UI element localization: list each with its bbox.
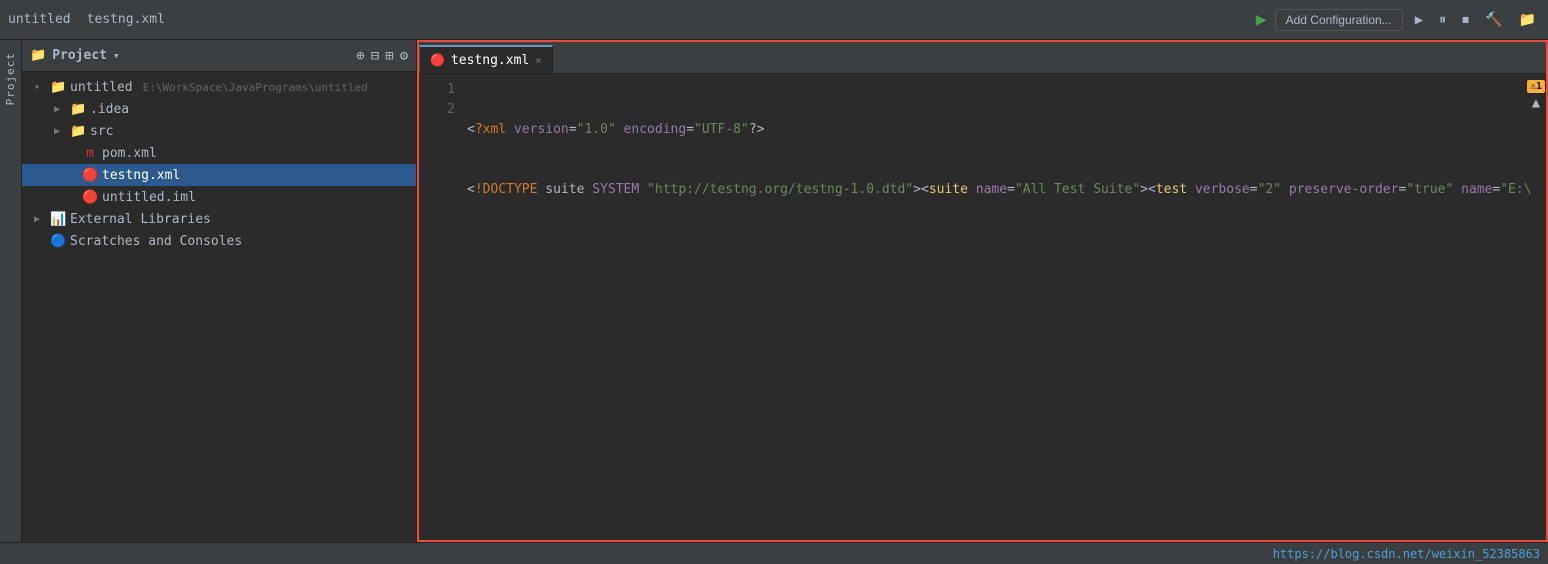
- toolbar-right: ▶ Add Configuration... ▶ ⏸ ⏹ 🔨 📁: [1256, 9, 1540, 31]
- project-tree: ▾ 📁 untitled E:\WorkSpace\JavaPrograms\u…: [22, 72, 416, 542]
- tree-arrow-extlibs: ▶: [34, 214, 46, 225]
- tree-item-src[interactable]: ▶ 📁 src: [22, 120, 416, 142]
- project-header: 📁 Project ▾ ⊕ ⊟ ⊞ ⚙: [22, 40, 416, 72]
- scroll-up-icon[interactable]: ▲: [1532, 95, 1540, 111]
- expand-action-icon[interactable]: ⊞: [385, 48, 393, 64]
- tree-label-scratches: Scratches and Consoles: [70, 234, 242, 249]
- code-line-1: <?xml version="1.0" encoding="UTF-8"?>: [467, 120, 1538, 140]
- tree-path-root: E:\WorkSpace\JavaPrograms\untitled: [143, 81, 368, 94]
- stop-button[interactable]: ⏹: [1458, 10, 1473, 30]
- iml-icon: 🔴: [82, 190, 98, 205]
- tree-label-pom: pom.xml: [102, 146, 157, 161]
- code-area[interactable]: <?xml version="1.0" encoding="UTF-8"?> <…: [459, 74, 1546, 540]
- bottom-bar: https://blog.csdn.net/weixin_52385863: [0, 542, 1548, 564]
- folder-icon-idea: 📁: [70, 102, 86, 117]
- editor-tabs: 🔴 testng.xml ×: [419, 42, 1546, 74]
- editor-content: 1 2 <?xml version="1.0" encoding="UTF-8"…: [419, 74, 1546, 540]
- sidebar-strip[interactable]: Project: [0, 40, 22, 542]
- tree-item-root[interactable]: ▾ 📁 untitled E:\WorkSpace\JavaPrograms\u…: [22, 76, 416, 98]
- editor-area: 🔴 testng.xml × 1 2 <?xml version="1.0" e…: [417, 40, 1548, 542]
- tree-label-root: untitled: [70, 80, 133, 95]
- line-numbers: 1 2: [419, 74, 459, 540]
- tree-item-testng[interactable]: 🔴 testng.xml: [22, 164, 416, 186]
- toolbar-filename: testng.xml: [87, 12, 165, 27]
- extlibs-icon: 📊: [50, 212, 66, 227]
- bottom-bar-url: https://blog.csdn.net/weixin_52385863: [1273, 547, 1540, 561]
- add-action-icon[interactable]: ⊕: [356, 48, 364, 64]
- run-button[interactable]: ▶: [1411, 10, 1427, 30]
- tree-label-idea: .idea: [90, 102, 129, 117]
- tree-label-iml: untitled.iml: [102, 190, 196, 205]
- code-line-2: <!DOCTYPE suite SYSTEM "http://testng.or…: [467, 180, 1538, 200]
- line-number-1: 1: [423, 80, 455, 100]
- project-header-arrow[interactable]: ▾: [113, 49, 120, 62]
- scratch-icon: 🔵: [50, 234, 66, 249]
- app-title: untitled: [8, 12, 71, 27]
- add-configuration-button[interactable]: Add Configuration...: [1275, 9, 1403, 31]
- tree-arrow-src: ▶: [54, 126, 66, 137]
- main-content: Project 📁 Project ▾ ⊕ ⊟ ⊞ ⚙ ▾ 📁 untitled…: [0, 40, 1548, 542]
- sidebar-strip-label[interactable]: Project: [4, 52, 17, 105]
- tree-label-extlibs: External Libraries: [70, 212, 211, 227]
- tree-label-src: src: [90, 124, 113, 139]
- settings-action-icon[interactable]: ⚙: [400, 48, 408, 64]
- tab-icon-testng: 🔴: [430, 53, 445, 67]
- build-button[interactable]: 🔨: [1481, 10, 1506, 30]
- open-button[interactable]: 📁: [1515, 10, 1540, 30]
- tree-arrow-root: ▾: [34, 82, 46, 93]
- project-header-title: Project: [52, 48, 107, 63]
- warning-badge: ⚠1: [1527, 80, 1545, 93]
- project-header-actions: ⊕ ⊟ ⊞ ⚙: [356, 48, 408, 64]
- editor-gutter-right: ⚠1 ▲: [1526, 74, 1546, 111]
- editor-tab-testng[interactable]: 🔴 testng.xml ×: [419, 45, 553, 73]
- tree-arrow-idea: ▶: [54, 104, 66, 115]
- tree-item-extlibs[interactable]: ▶ 📊 External Libraries: [22, 208, 416, 230]
- tree-label-testng: testng.xml: [102, 168, 180, 183]
- project-panel: 📁 Project ▾ ⊕ ⊟ ⊞ ⚙ ▾ 📁 untitled E:\Work…: [22, 40, 417, 542]
- folder-icon: 📁: [30, 48, 46, 63]
- tree-item-iml[interactable]: 🔴 untitled.iml: [22, 186, 416, 208]
- tree-item-scratches[interactable]: 🔵 Scratches and Consoles: [22, 230, 416, 252]
- collapse-action-icon[interactable]: ⊟: [371, 48, 379, 64]
- folder-icon-root: 📁: [50, 80, 66, 95]
- tab-label-testng: testng.xml: [451, 53, 529, 68]
- line-number-2: 2: [423, 100, 455, 120]
- debug-button[interactable]: ⏸: [1435, 10, 1450, 30]
- run-icon[interactable]: ▶: [1256, 9, 1267, 30]
- tree-item-idea[interactable]: ▶ 📁 .idea: [22, 98, 416, 120]
- xml-icon-testng: 🔴: [82, 168, 98, 183]
- maven-icon-pom: m: [82, 146, 98, 161]
- folder-icon-src: 📁: [70, 124, 86, 139]
- tab-close-testng[interactable]: ×: [535, 54, 542, 67]
- top-toolbar: untitled testng.xml ▶ Add Configuration.…: [0, 0, 1548, 40]
- tree-item-pom[interactable]: m pom.xml: [22, 142, 416, 164]
